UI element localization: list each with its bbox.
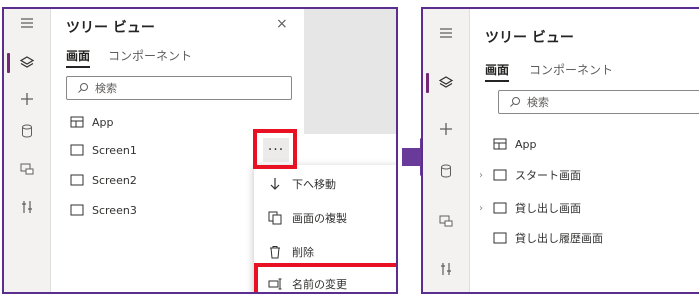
layers-icon[interactable] xyxy=(423,69,469,97)
tree-item-screen2[interactable]: Screen2 xyxy=(70,169,137,191)
search-placeholder: 検索 xyxy=(95,82,117,95)
tree-item-label: Screen1 xyxy=(92,143,137,157)
menu-item-label: 下へ移動 xyxy=(292,178,336,191)
tree-item-app[interactable]: App xyxy=(493,133,537,155)
screen-icon xyxy=(70,174,84,186)
app-icon xyxy=(493,138,507,150)
duplicate-icon xyxy=(268,211,282,225)
menu-item-label: 画面の複製 xyxy=(292,212,347,225)
tree-item-label: Screen3 xyxy=(92,203,137,217)
plus-icon[interactable] xyxy=(4,85,50,113)
tree-view-panel-after: ツリー ビュー 画面 コンポーネント 検索 App › スタート画面 › 貸し出… xyxy=(421,7,699,294)
screen-icon xyxy=(493,169,507,181)
trash-icon xyxy=(270,246,280,259)
hamburger-icon[interactable] xyxy=(4,9,50,37)
tree-item-lending-history-screen[interactable]: 貸し出し履歴画面 xyxy=(493,227,603,249)
tree-view-panel-before: ツリー ビュー × 画面 コンポーネント 検索 App Screen1 Scre… xyxy=(2,7,398,294)
hamburger-icon[interactable] xyxy=(423,19,469,47)
tab-components[interactable]: コンポーネント xyxy=(108,47,192,64)
chevron-right-icon[interactable]: › xyxy=(479,170,489,181)
arrow-down-icon xyxy=(270,178,280,190)
right-rail xyxy=(423,9,470,292)
plus-icon[interactable] xyxy=(423,115,469,143)
media-icon[interactable] xyxy=(423,207,469,235)
tab-screens[interactable]: 画面 xyxy=(66,47,91,68)
tree-item-label: 貸し出し履歴画面 xyxy=(515,232,603,245)
tree-item-screen3[interactable]: Screen3 xyxy=(70,199,137,221)
chevron-right-icon[interactable]: › xyxy=(479,203,489,214)
search-placeholder: 検索 xyxy=(527,96,549,109)
tree-item-label: App xyxy=(515,137,537,151)
left-rail xyxy=(4,9,51,292)
app-icon xyxy=(70,116,84,128)
tab-components[interactable]: コンポーネント xyxy=(529,61,613,78)
screen-icon xyxy=(493,202,507,214)
menu-item-duplicate[interactable]: 画面の複製 xyxy=(254,203,396,233)
close-icon[interactable]: × xyxy=(276,16,288,32)
database-icon[interactable] xyxy=(423,157,469,185)
tools-icon[interactable] xyxy=(423,255,469,283)
screen-icon xyxy=(70,204,84,216)
menu-item-move-down[interactable]: 下へ移動 xyxy=(254,169,396,199)
menu-item-label: 削除 xyxy=(292,246,314,259)
highlight-rename xyxy=(254,263,396,292)
database-icon[interactable] xyxy=(4,117,50,145)
screen-icon xyxy=(493,232,507,244)
tree-item-label: 貸し出し画面 xyxy=(515,202,581,215)
tree-item-screen1[interactable]: Screen1 xyxy=(70,139,137,161)
tree-item-label: Screen2 xyxy=(92,173,137,187)
tree-item-start-screen[interactable]: › スタート画面 xyxy=(479,164,581,186)
canvas-background xyxy=(304,9,396,134)
media-icon[interactable] xyxy=(4,155,50,183)
page-title: ツリー ビュー xyxy=(485,30,574,46)
search-input[interactable]: 検索 xyxy=(66,76,292,100)
highlight-more-options xyxy=(253,129,297,169)
search-icon xyxy=(78,83,88,93)
tree-item-app[interactable]: App xyxy=(70,111,114,133)
search-icon xyxy=(510,97,520,107)
tree-item-label: App xyxy=(92,115,114,129)
screen-icon xyxy=(70,144,84,156)
layers-icon[interactable] xyxy=(4,49,50,77)
page-title: ツリー ビュー xyxy=(66,20,155,36)
search-input[interactable]: 検索 xyxy=(498,90,699,114)
tree-item-label: スタート画面 xyxy=(515,169,581,182)
tools-icon[interactable] xyxy=(4,193,50,221)
tree-item-lending-screen[interactable]: › 貸し出し画面 xyxy=(479,197,581,219)
tab-screens[interactable]: 画面 xyxy=(485,61,510,82)
